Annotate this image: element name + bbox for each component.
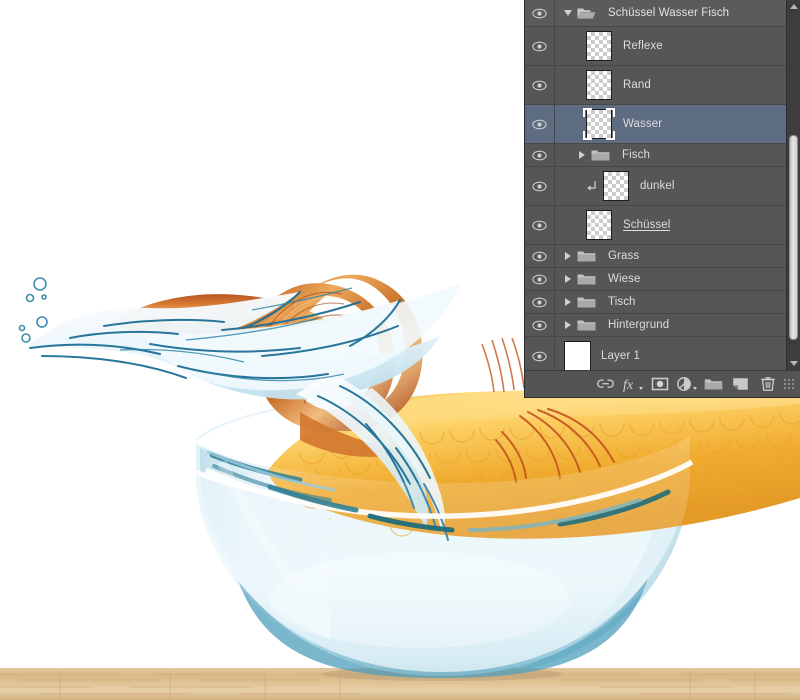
folder-closed-icon bbox=[577, 272, 599, 286]
link-layers-button[interactable] bbox=[592, 371, 619, 397]
disclosure-triangle-closed[interactable] bbox=[561, 252, 575, 260]
eye-icon bbox=[532, 297, 547, 307]
layer-row-group-fisch[interactable]: Fisch bbox=[525, 144, 787, 167]
layer-thumbnail[interactable] bbox=[583, 30, 615, 62]
trash-icon bbox=[760, 377, 775, 391]
panel-resize-grip[interactable] bbox=[783, 378, 795, 390]
new-group-icon bbox=[704, 379, 723, 390]
layer-row-group-hintergrund[interactable]: Hintergrund bbox=[525, 314, 787, 337]
eye-icon bbox=[532, 251, 547, 261]
layer-thumbnail-selected[interactable] bbox=[583, 108, 615, 140]
layer-name: Fisch bbox=[622, 149, 650, 161]
layer-row-dunkel[interactable]: dunkel bbox=[525, 167, 787, 206]
layer-row-group-grass[interactable]: Grass bbox=[525, 245, 787, 268]
disclosure-triangle-closed[interactable] bbox=[561, 298, 575, 306]
layer-row-group-schuessel-wasser-fisch[interactable]: Schüssel Wasser Fisch bbox=[525, 0, 787, 27]
fx-icon: fx bbox=[623, 378, 643, 393]
disclosure-triangle-closed[interactable] bbox=[575, 151, 589, 159]
layer-name: Grass bbox=[608, 250, 640, 262]
visibility-toggle[interactable] bbox=[525, 0, 555, 26]
layers-panel-toolbar[interactable]: fx bbox=[525, 370, 800, 397]
folder-closed-icon bbox=[577, 295, 599, 309]
layer-name: Layer 1 bbox=[601, 350, 641, 362]
new-group-button[interactable] bbox=[700, 371, 727, 397]
app-window: Schüssel Wasser Fisch Reflexe Rand Wasse… bbox=[0, 0, 800, 700]
layer-mask-button[interactable] bbox=[646, 371, 673, 397]
layer-name: Wasser bbox=[623, 118, 663, 130]
layer-name: Rand bbox=[623, 79, 651, 91]
layer-thumbnail[interactable] bbox=[583, 69, 615, 101]
visibility-toggle[interactable] bbox=[525, 27, 555, 65]
layers-panel[interactable]: Schüssel Wasser Fisch Reflexe Rand Wasse… bbox=[524, 0, 800, 398]
layer-thumbnail[interactable] bbox=[583, 209, 615, 241]
eye-icon bbox=[532, 119, 547, 129]
layer-name: Reflexe bbox=[623, 40, 663, 52]
eye-icon bbox=[532, 274, 547, 284]
folder-closed-icon bbox=[577, 318, 599, 332]
folder-closed-icon bbox=[591, 148, 613, 162]
layer-name: Schüssel bbox=[623, 219, 671, 231]
link-icon bbox=[597, 379, 614, 388]
layer-thumbnail[interactable] bbox=[561, 340, 593, 370]
svg-text:fx: fx bbox=[623, 378, 634, 393]
eye-icon bbox=[532, 181, 547, 191]
layer-row-group-tisch[interactable]: Tisch bbox=[525, 291, 787, 314]
eye-icon bbox=[532, 220, 547, 230]
layers-scrollbar[interactable] bbox=[786, 0, 800, 370]
layer-name: Schüssel Wasser Fisch bbox=[608, 7, 730, 19]
visibility-toggle[interactable] bbox=[525, 66, 555, 104]
visibility-toggle[interactable] bbox=[525, 105, 555, 143]
disclosure-triangle-closed[interactable] bbox=[561, 321, 575, 329]
visibility-toggle[interactable] bbox=[525, 206, 555, 244]
layer-row-schuessel[interactable]: Schüssel bbox=[525, 206, 787, 245]
folder-closed-icon bbox=[577, 249, 599, 263]
visibility-toggle[interactable] bbox=[525, 291, 555, 313]
adjustment-layer-button[interactable] bbox=[673, 371, 700, 397]
disclosure-triangle-closed[interactable] bbox=[561, 275, 575, 283]
scroll-down-arrow-icon[interactable] bbox=[787, 357, 800, 370]
layer-style-button[interactable]: fx bbox=[619, 371, 646, 397]
layer-row-reflexe[interactable]: Reflexe bbox=[525, 27, 787, 66]
scrollbar-thumb[interactable] bbox=[789, 135, 798, 340]
layer-name: Tisch bbox=[608, 296, 636, 308]
delete-layer-button[interactable] bbox=[754, 371, 781, 397]
layer-name: dunkel bbox=[640, 180, 675, 192]
layer-row-group-wiese[interactable]: Wiese bbox=[525, 268, 787, 291]
layer-row-rand[interactable]: Rand bbox=[525, 66, 787, 105]
adjustment-icon bbox=[676, 377, 697, 391]
folder-open-icon bbox=[577, 6, 599, 20]
eye-icon bbox=[532, 320, 547, 330]
visibility-toggle[interactable] bbox=[525, 314, 555, 336]
layer-row-layer-1[interactable]: Layer 1 bbox=[525, 337, 787, 370]
visibility-toggle[interactable] bbox=[525, 268, 555, 290]
visibility-toggle[interactable] bbox=[525, 144, 555, 166]
layer-thumbnail[interactable] bbox=[600, 170, 632, 202]
new-layer-icon bbox=[733, 378, 748, 390]
visibility-toggle[interactable] bbox=[525, 167, 555, 205]
layer-row-wasser[interactable]: Wasser bbox=[525, 105, 787, 144]
clipping-mask-icon bbox=[583, 180, 599, 193]
layer-name: Hintergrund bbox=[608, 319, 670, 331]
layer-name: Wiese bbox=[608, 273, 641, 285]
visibility-toggle[interactable] bbox=[525, 245, 555, 267]
visibility-toggle[interactable] bbox=[525, 337, 555, 370]
eye-icon bbox=[532, 351, 547, 361]
scroll-up-arrow-icon[interactable] bbox=[787, 0, 800, 13]
layers-list[interactable]: Schüssel Wasser Fisch Reflexe Rand Wasse… bbox=[525, 0, 787, 370]
disclosure-triangle-open[interactable] bbox=[561, 10, 575, 16]
eye-icon bbox=[532, 41, 547, 51]
eye-icon bbox=[532, 8, 547, 18]
new-layer-button[interactable] bbox=[727, 371, 754, 397]
eye-icon bbox=[532, 80, 547, 90]
eye-icon bbox=[532, 150, 547, 160]
layer-mask-icon bbox=[651, 377, 668, 391]
